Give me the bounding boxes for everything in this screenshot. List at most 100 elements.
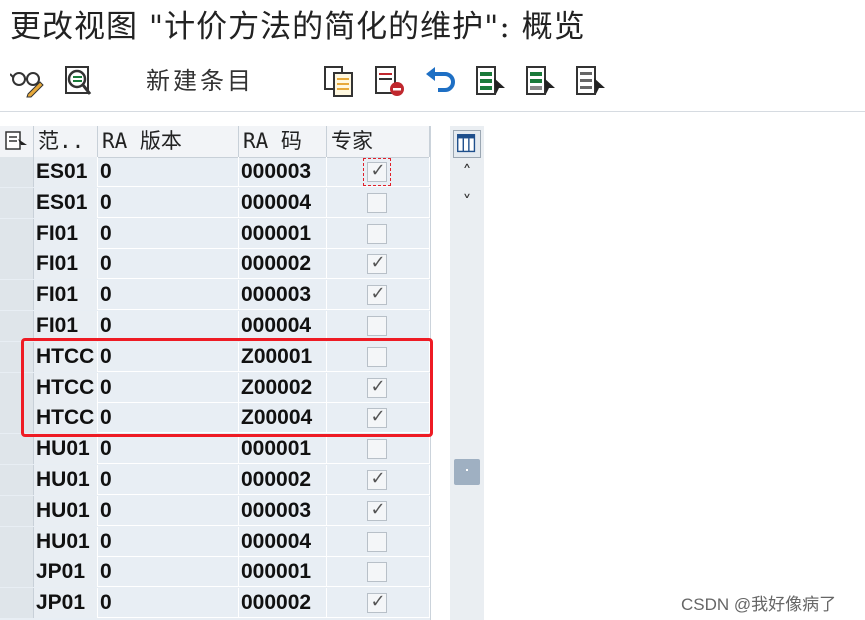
scrollbar-thumb[interactable]	[454, 459, 480, 485]
cell-ra-version: 0	[98, 219, 239, 249]
cell-ra-code: 000004	[239, 188, 327, 218]
detail-search-icon[interactable]	[62, 64, 96, 98]
cell-ra-code: 000003	[239, 157, 327, 187]
cell-scope: ES01	[34, 188, 98, 218]
deselect-all-icon[interactable]	[574, 64, 608, 98]
row-selector[interactable]	[0, 280, 34, 310]
glasses-pencil-icon[interactable]	[10, 64, 44, 98]
table-row[interactable]: FI01 0 000004	[0, 311, 430, 341]
expert-checkbox[interactable]: ✓	[367, 591, 387, 613]
table-row[interactable]: ES01 0 000004	[0, 188, 430, 218]
cell-expert	[327, 434, 430, 464]
cell-expert: ✓	[327, 249, 430, 279]
cell-ra-code: 000003	[239, 280, 327, 310]
row-selector[interactable]	[0, 311, 34, 341]
cell-scope: FI01	[34, 219, 98, 249]
undo-icon[interactable]	[424, 64, 458, 98]
expert-checkbox[interactable]	[367, 316, 387, 336]
checkmark-icon: ✓	[370, 283, 386, 304]
table-row[interactable]: FI01 0 000003 ✓	[0, 280, 430, 310]
cell-expert	[327, 557, 430, 587]
cell-expert: ✓	[327, 157, 430, 187]
cell-ra-version: 0	[98, 465, 239, 495]
new-entries-button[interactable]: 新建条目	[146, 64, 254, 98]
cell-expert	[327, 219, 430, 249]
cell-ra-version: 0	[98, 311, 239, 341]
checkmark-icon: ✓	[370, 591, 386, 612]
expert-checkbox[interactable]	[367, 562, 387, 582]
cell-scope: ES01	[34, 157, 98, 187]
select-all-icon[interactable]	[474, 64, 508, 98]
cell-scope: HU01	[34, 496, 98, 526]
cell-ra-code: 000003	[239, 496, 327, 526]
cell-ra-code: 000002	[239, 249, 327, 279]
column-header-ra-code[interactable]: RA 码	[239, 126, 327, 157]
cell-scope: FI01	[34, 311, 98, 341]
table-row[interactable]: JP01 0 000002 ✓	[0, 588, 430, 618]
expert-checkbox[interactable]: ✓	[367, 499, 387, 521]
cell-ra-version: 0	[98, 157, 239, 187]
table-row[interactable]: HU01 0 000002 ✓	[0, 465, 430, 495]
scroll-up-icon[interactable]: ˄	[454, 162, 480, 184]
table-row[interactable]: HU01 0 000004	[0, 527, 430, 557]
expert-checkbox[interactable]: ✓	[367, 469, 387, 490]
cell-expert	[327, 311, 430, 341]
row-selector[interactable]	[0, 188, 34, 218]
copy-icon[interactable]	[322, 64, 356, 98]
row-selector[interactable]	[0, 434, 34, 464]
table-scroll-column: ˄ ˅	[450, 126, 484, 620]
cell-ra-code: 000002	[239, 588, 327, 618]
cell-expert	[327, 188, 430, 218]
expert-checkbox[interactable]: ✓	[367, 253, 387, 274]
cell-ra-code: 000004	[239, 311, 327, 341]
cell-scope: HU01	[34, 434, 98, 464]
row-selector[interactable]	[0, 557, 34, 587]
cell-scope: JP01	[34, 588, 98, 618]
cell-expert: ✓	[327, 280, 430, 310]
sap-screen: 更改视图 "计价方法的简化的维护": 概览 新建条目 范.. RA 版本 RA …	[0, 0, 865, 620]
row-selector[interactable]	[0, 527, 34, 557]
expert-checkbox[interactable]	[367, 439, 387, 459]
row-selector[interactable]	[0, 465, 34, 495]
expert-checkbox[interactable]: ✓	[367, 283, 387, 305]
cell-scope: HU01	[34, 465, 98, 495]
row-selector[interactable]	[0, 249, 34, 279]
table-row[interactable]: HU01 0 000001	[0, 434, 430, 464]
cell-expert: ✓	[327, 496, 430, 526]
row-selector[interactable]	[0, 219, 34, 249]
table-row[interactable]: FI01 0 000001	[0, 219, 430, 249]
table-row[interactable]: FI01 0 000002 ✓	[0, 249, 430, 279]
select-block-icon[interactable]	[524, 64, 558, 98]
scroll-down-icon[interactable]: ˅	[454, 192, 480, 214]
expert-checkbox[interactable]	[367, 193, 387, 213]
row-selector[interactable]	[0, 496, 34, 526]
column-header-ra-version[interactable]: RA 版本	[98, 126, 239, 157]
table-row[interactable]: HU01 0 000003 ✓	[0, 496, 430, 526]
row-selector[interactable]	[0, 157, 34, 187]
expert-checkbox[interactable]: ✓	[367, 161, 387, 182]
select-all-rows-icon[interactable]	[0, 126, 34, 157]
checkmark-icon: ✓	[370, 499, 386, 520]
expert-checkbox[interactable]	[367, 532, 387, 552]
cell-ra-code: 000004	[239, 527, 327, 557]
table-row[interactable]: ES01 0 000003 ✓	[0, 157, 430, 187]
cell-expert	[327, 527, 430, 557]
cell-ra-version: 0	[98, 557, 239, 587]
highlight-box	[21, 338, 433, 437]
row-selector[interactable]	[0, 588, 34, 618]
delete-icon[interactable]	[372, 64, 406, 98]
table-row[interactable]: JP01 0 000001	[0, 557, 430, 587]
column-header-scope[interactable]: 范..	[34, 126, 98, 157]
expert-checkbox[interactable]	[367, 224, 387, 244]
cell-ra-version: 0	[98, 527, 239, 557]
cell-expert: ✓	[327, 465, 430, 495]
table-header: 范.. RA 版本 RA 码 专家	[0, 126, 430, 158]
cell-scope: HU01	[34, 527, 98, 557]
window-title: 更改视图 "计价方法的简化的维护": 概览	[10, 9, 586, 45]
watermark: CSDN @我好像病了	[681, 595, 837, 614]
column-header-expert[interactable]: 专家	[327, 126, 430, 157]
column-settings-icon[interactable]	[453, 130, 481, 158]
cell-ra-code: 000001	[239, 434, 327, 464]
cell-ra-version: 0	[98, 588, 239, 618]
cell-scope: FI01	[34, 280, 98, 310]
